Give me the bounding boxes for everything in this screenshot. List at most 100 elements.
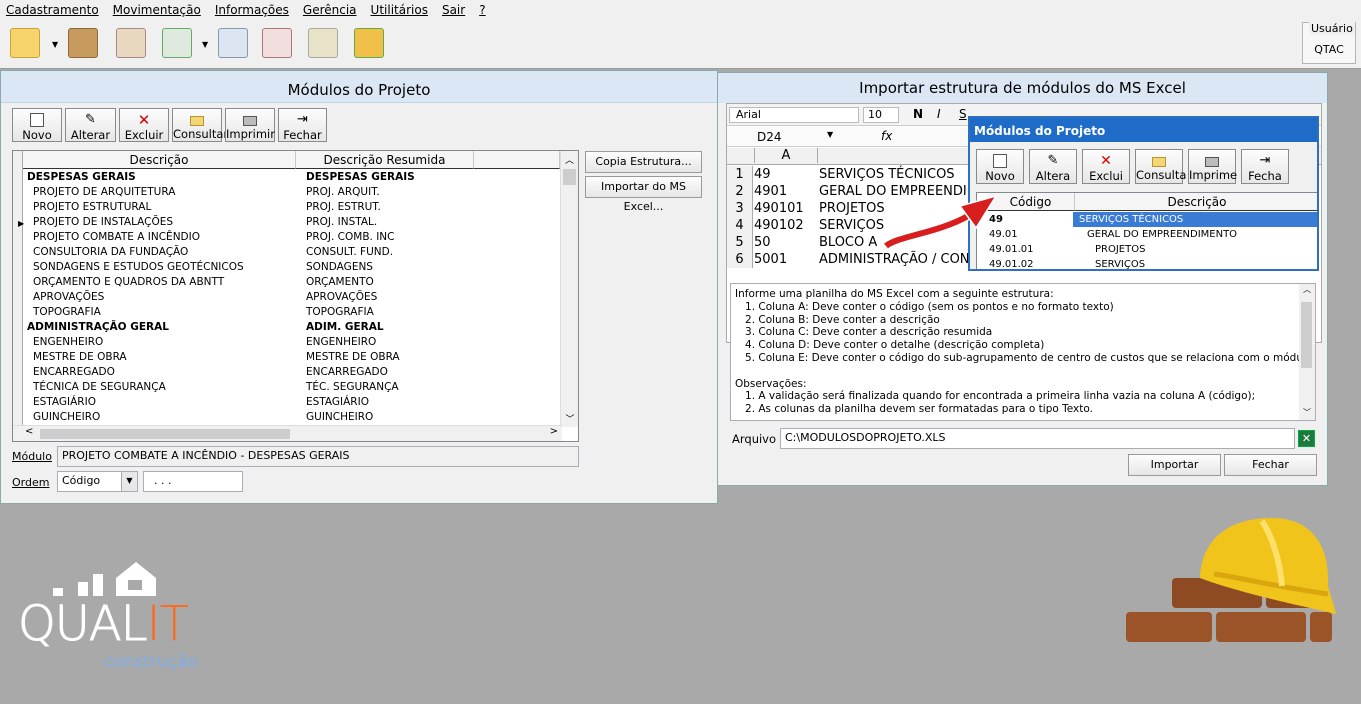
modulos-grid[interactable]: Descrição Descrição Resumida DESPESAS GE… — [12, 150, 579, 442]
scroll-thumb[interactable] — [1301, 302, 1312, 368]
novo-button[interactable]: Novo — [12, 108, 62, 142]
chevron-down-icon[interactable]: ▼ — [202, 40, 208, 49]
cell-resumida: ORÇAMENTO — [306, 276, 374, 288]
cell-descricao: PROJETOS — [1095, 244, 1146, 255]
ordem-input[interactable]: . . . — [143, 471, 243, 492]
importar-excel-button[interactable]: Importar do MS Excel... — [585, 176, 702, 213]
row-number: 2 — [727, 183, 753, 200]
novo-button: Novo — [976, 149, 1024, 184]
row-number: 6 — [727, 251, 753, 268]
helmet-bricks-icon — [1126, 518, 1336, 642]
table-row[interactable]: MESTRE DE OBRA MESTRE DE OBRA — [23, 350, 560, 365]
table-row[interactable]: CONSULTORIA DA FUNDAÇÃO CONSULT. FUND. — [23, 245, 560, 260]
vertical-scrollbar[interactable]: ︿ ﹀ — [560, 151, 578, 427]
cell-descricao: TOPOGRAFIA — [33, 306, 101, 318]
cell-resumida: SONDAGENS — [306, 261, 373, 273]
cell-resumida: ESTAGIÁRIO — [306, 396, 369, 408]
menu-help[interactable]: ? — [479, 3, 485, 17]
menu-cadastramento[interactable]: Cadastramento — [6, 3, 99, 17]
scroll-up-icon[interactable]: ︿ — [1299, 284, 1315, 297]
table-row[interactable]: PROJETO DE INSTALAÇÕES PROJ. INSTAL. — [23, 215, 560, 230]
new-document-icon — [993, 154, 1007, 168]
table-row[interactable]: DESPESAS GERAIS DESPESAS GERAIS — [23, 170, 560, 185]
alterar-button[interactable]: ✎ Alterar — [65, 108, 116, 142]
menu-movimentacao[interactable]: Movimentação — [113, 3, 201, 17]
horizontal-scrollbar[interactable]: < > — [13, 425, 562, 441]
bold-icon: N — [913, 107, 924, 121]
row-indicator-column — [13, 151, 23, 427]
excel-browse-icon[interactable]: ✕ — [1298, 430, 1315, 447]
fechar-button[interactable]: ⇥ Fechar — [278, 108, 327, 142]
cell-descricao: ENCARREGADO — [33, 366, 115, 378]
fechar-button[interactable]: Fechar — [1224, 454, 1317, 476]
table-row[interactable]: ESTAGIÁRIO ESTAGIÁRIO — [23, 395, 560, 410]
column-header-resumida[interactable]: Descrição Resumida — [296, 151, 474, 169]
table-row[interactable]: PROJETO ESTRUTURAL PROJ. ESTRUT. — [23, 200, 560, 215]
copia-estrutura-button[interactable]: Copia Estrutura... — [585, 151, 702, 173]
scroll-right-icon[interactable]: > — [550, 426, 558, 437]
cell-descricao: ORÇAMENTO E QUADROS DA ABNTT — [33, 276, 225, 288]
table-row[interactable]: ENCARREGADO ENCARREGADO — [23, 365, 560, 380]
table-row[interactable]: APROVAÇÕES APROVAÇÕES — [23, 290, 560, 305]
menu-informacoes[interactable]: Informações — [215, 3, 289, 17]
search-report-icon[interactable] — [218, 28, 248, 58]
menu-gerencia[interactable]: Gerência — [303, 3, 357, 17]
cell-descricao: ESTAGIÁRIO — [33, 396, 96, 408]
construction-icon[interactable] — [68, 28, 98, 58]
menu-sair[interactable]: Sair — [442, 3, 465, 17]
search-chart-icon[interactable] — [308, 28, 338, 58]
exit-door-icon[interactable] — [354, 28, 384, 58]
arquivo-input[interactable]: C:\MODULOSDOPROJETO.XLS — [780, 428, 1295, 449]
excluir-button[interactable]: ✕ Excluir — [119, 108, 169, 142]
table-row[interactable]: GUINCHEIRO GUINCHEIRO — [23, 410, 560, 425]
table-row[interactable]: ADMINISTRAÇÃO GERAL ADIM. GERAL — [23, 320, 560, 335]
chevron-down-icon[interactable]: ▼ — [121, 472, 137, 491]
scroll-thumb[interactable] — [563, 169, 576, 185]
ordem-select[interactable]: Código ▼ — [57, 471, 138, 492]
table-row[interactable]: TOPOGRAFIA TOPOGRAFIA — [23, 305, 560, 320]
instruction-line: 5. Coluna E: Deve conter o código do sub… — [735, 351, 1313, 364]
menu-utilitarios[interactable]: Utilitários — [371, 3, 428, 17]
chevron-down-icon[interactable]: ▼ — [52, 40, 58, 49]
instruction-line: 2. Coluna B: Deve conter a descrição — [735, 313, 940, 326]
column-a-header: A — [754, 148, 818, 163]
new-folder-icon[interactable] — [10, 28, 40, 58]
scroll-up-icon[interactable]: ︿ — [561, 153, 578, 166]
table-row[interactable]: PROJETO COMBATE A INCÊNDIO PROJ. COMB. IN… — [23, 230, 560, 245]
altera-button: ✎ Altera — [1029, 149, 1077, 184]
cell-descricao: SONDAGENS E ESTUDOS GEOTÉCNICOS — [33, 261, 244, 273]
scroll-down-icon[interactable]: ﹀ — [1299, 407, 1315, 420]
instruction-line: Observações: — [735, 377, 807, 390]
table-row[interactable]: ENGENHEIRO ENGENHEIRO — [23, 335, 560, 350]
money-sheet-icon[interactable] — [162, 28, 192, 58]
vertical-scrollbar[interactable]: ︿ ﹀ — [1299, 284, 1315, 420]
table-row[interactable]: SONDAGENS E ESTUDOS GEOTÉCNICOS SONDAGENS — [23, 260, 560, 275]
table-row[interactable]: TÉCNICA DE SEGURANÇA TÉC. SEGURANÇA — [23, 380, 560, 395]
hscroll-thumb[interactable] — [40, 429, 290, 439]
modulo-label: Módulo — [12, 450, 52, 463]
red-arrow-icon — [883, 194, 998, 250]
calendar-icon[interactable] — [116, 28, 146, 58]
delete-x-icon: ✕ — [137, 111, 151, 129]
table-row[interactable]: ORÇAMENTO E QUADROS DA ABNTT ORÇAMENTO — [23, 275, 560, 290]
importar-button[interactable]: Importar — [1128, 454, 1221, 476]
dialog-row: 49.01.02 SERVIÇOS — [987, 257, 1317, 269]
cell-resumida: PROJ. INSTAL. — [306, 216, 378, 228]
table-row[interactable]: PROJETO DE ARQUITETURA PROJ. ARQUIT. — [23, 185, 560, 200]
column-header-descricao[interactable]: Descrição — [23, 151, 296, 169]
instruction-line — [735, 365, 1311, 378]
cell-resumida: ENCARREGADO — [306, 366, 388, 378]
consultar-button[interactable]: Consultar — [172, 108, 228, 142]
scroll-left-icon[interactable]: < — [25, 426, 33, 437]
imprimir-button[interactable]: Imprimir — [225, 108, 275, 142]
schedule-clock-icon[interactable] — [262, 28, 292, 58]
scroll-down-icon[interactable]: ﹀ — [561, 412, 578, 425]
italic-icon: I — [937, 107, 941, 121]
menu-bar: Cadastramento Movimentação Informações G… — [0, 0, 1361, 20]
open-folder-icon — [1152, 157, 1166, 167]
open-folder-icon — [190, 116, 204, 126]
cell-a: 50 — [754, 235, 771, 250]
instruction-line: 3. Coluna C: Deve conter a descrição res… — [735, 326, 993, 339]
printer-icon — [1205, 157, 1219, 167]
dialog-row: 49.01 GERAL DO EMPREENDIMENTO — [987, 227, 1317, 242]
